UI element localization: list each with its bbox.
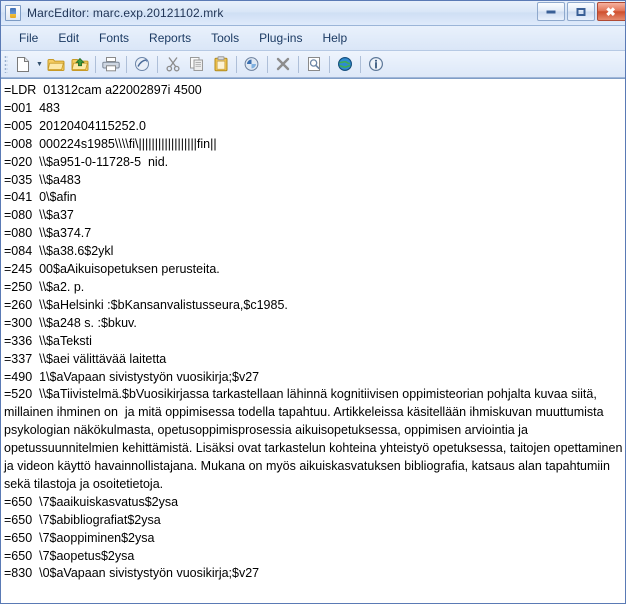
- menu-item-plugins[interactable]: Plug-ins: [249, 28, 312, 48]
- preview-button[interactable]: [303, 54, 325, 75]
- globe-icon: [337, 56, 353, 72]
- toolbar-separator-7: [329, 55, 330, 73]
- cut-button[interactable]: [162, 54, 184, 75]
- delete-button[interactable]: [272, 54, 294, 75]
- toolbar-grip[interactable]: [4, 55, 8, 73]
- toolbar: ▼: [1, 51, 625, 78]
- copy-icon: [189, 56, 205, 72]
- toolbar-separator-8: [360, 55, 361, 73]
- close-button[interactable]: ✖: [597, 2, 625, 21]
- save-folder-button[interactable]: [69, 54, 91, 75]
- menu-item-fonts[interactable]: Fonts: [89, 28, 139, 48]
- menu-item-edit[interactable]: Edit: [48, 28, 89, 48]
- menu-item-reports[interactable]: Reports: [139, 28, 201, 48]
- toolbar-separator-4: [236, 55, 237, 73]
- close-icon: ✖: [605, 4, 616, 19]
- maximize-icon: [576, 7, 586, 16]
- toolbar-separator-1: [95, 55, 96, 73]
- print-button[interactable]: [100, 54, 122, 75]
- new-file-dropdown-arrow-icon[interactable]: ▼: [35, 54, 44, 75]
- toolbar-separator-5: [267, 55, 268, 73]
- menu-bar: File Edit Fonts Reports Tools Plug-ins H…: [1, 26, 625, 51]
- new-file-icon: [15, 56, 31, 73]
- compile-marc-icon: [133, 56, 151, 72]
- print-icon: [102, 56, 120, 72]
- info-button[interactable]: [365, 54, 387, 75]
- marc-record-content[interactable]: =LDR 01312cam a22002897i 4500 =001 483 =…: [4, 82, 623, 583]
- info-icon: [368, 56, 384, 72]
- compile-marc-button[interactable]: [131, 54, 153, 75]
- minimize-icon: [546, 10, 556, 13]
- cut-icon: [165, 56, 181, 72]
- toolbar-separator-6: [298, 55, 299, 73]
- toolbar-separator-3: [157, 55, 158, 73]
- paste-icon: [213, 56, 229, 72]
- find-replace-button[interactable]: [241, 54, 263, 75]
- delete-icon: [275, 56, 291, 72]
- open-folder-icon: [47, 57, 65, 72]
- copy-button[interactable]: [186, 54, 208, 75]
- marc-document-icon: [5, 5, 21, 21]
- menu-item-tools[interactable]: Tools: [201, 28, 249, 48]
- window-title: MarcEditor: marc.exp.20121102.mrk: [27, 6, 224, 20]
- new-file-button[interactable]: [12, 54, 34, 75]
- find-replace-icon: [243, 56, 261, 72]
- window-controls: ✖: [535, 2, 625, 21]
- open-folder-button[interactable]: [45, 54, 67, 75]
- globe-button[interactable]: [334, 54, 356, 75]
- menu-item-help[interactable]: Help: [312, 28, 357, 48]
- preview-icon: [306, 56, 322, 72]
- menu-item-file[interactable]: File: [9, 28, 48, 48]
- minimize-button[interactable]: [537, 2, 565, 21]
- toolbar-separator-2: [126, 55, 127, 73]
- paste-button[interactable]: [210, 54, 232, 75]
- maximize-button[interactable]: [567, 2, 595, 21]
- save-folder-icon: [71, 57, 89, 72]
- marc-text-editor[interactable]: =LDR 01312cam a22002897i 4500 =001 483 =…: [1, 78, 625, 603]
- marceditor-window: MarcEditor: marc.exp.20121102.mrk ✖ File…: [0, 0, 626, 604]
- title-bar: MarcEditor: marc.exp.20121102.mrk ✖: [1, 1, 625, 26]
